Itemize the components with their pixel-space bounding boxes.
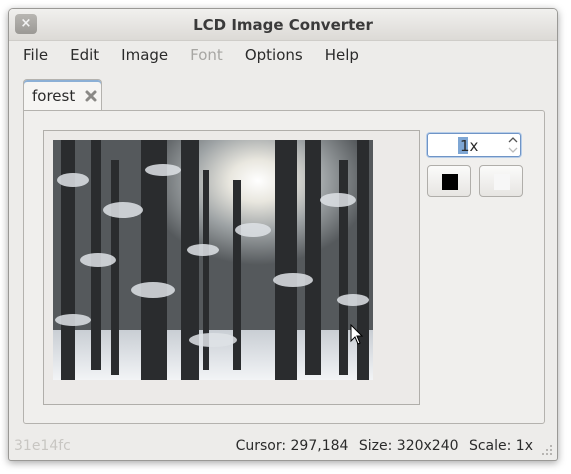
app-window: × LCD Image Converter File Edit Image Fo…	[8, 8, 558, 461]
foreground-color-button[interactable]	[427, 165, 471, 197]
status-cursor: Cursor: 297,184	[235, 438, 349, 454]
close-icon[interactable]	[84, 89, 98, 103]
status-scale: Scale: 1x	[468, 438, 533, 454]
tab-forest[interactable]: forest	[23, 79, 102, 111]
background-color-swatch	[494, 174, 510, 190]
status-info: Cursor: 297,184 Size: 320x240 Scale: 1x	[230, 438, 533, 454]
menu-bar: File Edit Image Font Options Help	[9, 41, 557, 69]
status-size: Size: 320x240	[358, 438, 459, 454]
mouse-pointer-icon	[350, 324, 364, 345]
scale-spinbox[interactable]: 1x	[427, 133, 521, 157]
forest-image-graphic	[53, 140, 373, 380]
menu-file[interactable]: File	[16, 46, 55, 64]
background-color-button[interactable]	[479, 165, 523, 197]
image-canvas-frame	[43, 130, 420, 405]
foreground-color-swatch	[442, 174, 458, 190]
forest-image[interactable]	[53, 140, 373, 380]
window-title: LCD Image Converter	[193, 16, 373, 34]
menu-options[interactable]: Options	[238, 46, 310, 64]
resize-grip-icon[interactable]	[541, 444, 553, 456]
title-bar: × LCD Image Converter	[9, 9, 557, 41]
status-bar: 31e14fc Cursor: 297,184 Size: 320x240 Sc…	[9, 433, 557, 460]
menu-font: Font	[190, 46, 223, 64]
menu-image[interactable]: Image	[114, 46, 175, 64]
tab-panel: 1x	[23, 110, 545, 424]
scale-input[interactable]: 1x	[460, 137, 478, 155]
menu-help[interactable]: Help	[318, 46, 366, 64]
chevron-up-icon[interactable]	[507, 135, 519, 145]
menu-edit[interactable]: Edit	[63, 46, 106, 64]
chevron-down-icon[interactable]	[507, 145, 519, 155]
tab-label: forest	[32, 86, 76, 105]
status-color-value: 31e14fc	[14, 438, 71, 454]
